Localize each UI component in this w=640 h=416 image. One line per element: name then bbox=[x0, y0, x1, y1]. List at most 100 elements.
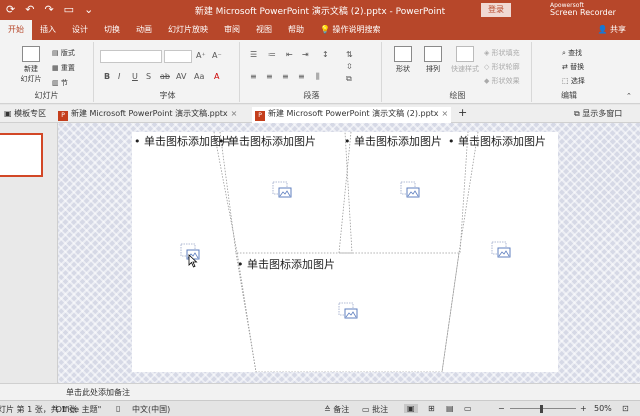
tab-view[interactable]: 视图 bbox=[248, 20, 280, 40]
reading-view-button[interactable]: ▤ bbox=[446, 404, 454, 413]
insert-picture-icon[interactable] bbox=[491, 241, 511, 259]
quick-styles-icon bbox=[456, 46, 474, 62]
insert-picture-icon[interactable] bbox=[338, 302, 358, 320]
share-button[interactable]: 👤 共享 bbox=[597, 20, 626, 40]
increase-indent-icon[interactable]: ⇥ bbox=[302, 50, 309, 59]
new-slide-icon bbox=[22, 46, 40, 62]
spacing-button[interactable]: AV bbox=[176, 72, 186, 81]
placeholder-text[interactable]: • 单击图标添加图片 bbox=[448, 133, 546, 149]
login-button[interactable]: 登录 bbox=[481, 3, 511, 17]
slide-thumbnail-pane[interactable] bbox=[0, 123, 58, 383]
bullets-icon[interactable]: ☰ bbox=[250, 50, 257, 59]
paragraph-group: ☰ ≔ ⇤ ⇥ ↕ ≡ ≡ ≡ ≡ ⫼ ⇅ ⇳ ⧉ 段落 bbox=[242, 42, 382, 102]
find-button[interactable]: ⌕ 查找 bbox=[562, 48, 582, 58]
tab-home[interactable]: 开始 bbox=[0, 20, 32, 40]
tab-animations[interactable]: 动画 bbox=[128, 20, 160, 40]
layout-button[interactable]: ▤ 版式 bbox=[52, 48, 75, 58]
replace-icon: ⇄ bbox=[562, 63, 568, 71]
quick-styles-button[interactable]: 快速样式 bbox=[448, 46, 482, 74]
shape-effects-button[interactable]: ◆ 形状效果 bbox=[484, 76, 520, 86]
reset-button[interactable]: ▦ 重置 bbox=[52, 63, 75, 73]
line-spacing-icon[interactable]: ↕ bbox=[322, 50, 329, 59]
tab-review[interactable]: 审阅 bbox=[216, 20, 248, 40]
shape-fill-label: 形状填充 bbox=[491, 49, 520, 57]
comments-toggle[interactable]: ▭ 批注 bbox=[362, 404, 388, 415]
fit-to-window-icon[interactable]: ⊡ bbox=[622, 404, 629, 413]
reset-label: 重置 bbox=[60, 64, 75, 72]
notes-pane[interactable]: 单击此处添加备注 bbox=[0, 383, 640, 400]
notes-toggle[interactable]: ≙ 备注 bbox=[324, 404, 349, 415]
shape-label: 形状 bbox=[396, 65, 410, 73]
text-direction-icon[interactable]: ⇅ bbox=[346, 50, 353, 59]
doc-tab-1[interactable]: P 新建 Microsoft PowerPoint 演示文稿.pptx × bbox=[58, 107, 237, 123]
collapse-ribbon-icon[interactable]: ⌃ bbox=[626, 92, 632, 100]
columns-icon[interactable]: ⫼ bbox=[316, 72, 320, 82]
new-slide-button[interactable]: 新建 幻灯片 bbox=[16, 46, 46, 84]
placeholder-text[interactable]: • 单击图标添加图片 bbox=[237, 256, 335, 272]
select-button[interactable]: ⬚ 选择 bbox=[562, 76, 585, 86]
align-right-icon[interactable]: ≡ bbox=[282, 72, 289, 81]
align-left-icon[interactable]: ≡ bbox=[250, 72, 257, 81]
close-icon[interactable]: × bbox=[442, 109, 449, 118]
underline-button[interactable]: U bbox=[132, 72, 138, 81]
normal-view-button[interactable]: ▣ bbox=[404, 404, 418, 413]
zoom-slider[interactable] bbox=[510, 408, 576, 409]
slide-canvas[interactable]: • 单击图标添加图片 • 单击图标添加图片 • 单击图标添加图片 • 单击图标添… bbox=[132, 132, 558, 372]
language-indicator[interactable]: 中文(中国) bbox=[132, 404, 170, 415]
strikethrough-button[interactable]: ab bbox=[160, 72, 170, 81]
quick-styles-label: 快速样式 bbox=[451, 65, 479, 73]
zoom-level[interactable]: 50% bbox=[594, 404, 612, 413]
decrease-indent-icon[interactable]: ⇤ bbox=[286, 50, 293, 59]
tab-design[interactable]: 设计 bbox=[64, 20, 96, 40]
slideshow-button[interactable]: ▭ bbox=[464, 404, 472, 413]
justify-icon[interactable]: ≡ bbox=[298, 72, 305, 81]
shape-button[interactable]: 形状 bbox=[390, 46, 416, 74]
section-label: 节 bbox=[60, 79, 68, 87]
recorder-name: Screen Recorder bbox=[550, 8, 616, 17]
tab-transitions[interactable]: 切换 bbox=[96, 20, 128, 40]
align-text-icon[interactable]: ⇳ bbox=[346, 62, 353, 71]
arrange-button[interactable]: 排列 bbox=[420, 46, 446, 74]
grow-font-icon[interactable]: A⁺ bbox=[196, 51, 206, 60]
change-case-button[interactable]: Aa bbox=[194, 72, 204, 81]
template-zone-tab[interactable]: ▣ 模板专区 bbox=[4, 107, 46, 123]
add-tab-button[interactable]: + bbox=[458, 107, 467, 123]
numbering-icon[interactable]: ≔ bbox=[268, 50, 276, 59]
multi-window-button[interactable]: ⧉ 显示多窗口 bbox=[574, 107, 622, 123]
zoom-out-button[interactable]: − bbox=[498, 404, 505, 413]
close-icon[interactable]: × bbox=[231, 109, 238, 118]
notes-placeholder[interactable]: 单击此处添加备注 bbox=[66, 387, 130, 398]
tab-insert[interactable]: 插入 bbox=[32, 20, 64, 40]
font-color-button[interactable]: A bbox=[214, 72, 219, 81]
powerpoint-icon: P bbox=[58, 111, 68, 121]
insert-picture-icon[interactable] bbox=[272, 181, 292, 199]
align-center-icon[interactable]: ≡ bbox=[266, 72, 273, 81]
doc-tab-2[interactable]: P 新建 Microsoft PowerPoint 演示文稿 (2).pptx × bbox=[252, 107, 452, 123]
shrink-font-icon[interactable]: A⁻ bbox=[212, 51, 222, 60]
italic-button[interactable]: I bbox=[118, 72, 120, 81]
bold-button[interactable]: B bbox=[104, 72, 110, 81]
section-button[interactable]: ▥ 节 bbox=[52, 78, 68, 88]
slide-sorter-button[interactable]: ⊞ bbox=[428, 404, 435, 413]
tab-slideshow[interactable]: 幻灯片放映 bbox=[160, 20, 216, 40]
tell-me-search[interactable]: 💡 操作说明搜索 bbox=[312, 20, 389, 40]
spellcheck-icon[interactable]: ▯ bbox=[116, 404, 120, 413]
status-bar: 幻灯片 第 1 张，共 1 张 "Office 主题" ▯ 中文(中国) ≙ 备… bbox=[0, 400, 640, 416]
placeholder-text[interactable]: • 单击图标添加图片 bbox=[218, 133, 316, 149]
shape-fill-button[interactable]: ◈ 形状填充 bbox=[484, 48, 520, 58]
replace-button[interactable]: ⇄ 替换 bbox=[562, 62, 584, 72]
multi-window-label: 显示多窗口 bbox=[582, 109, 623, 118]
font-name-combo[interactable] bbox=[100, 50, 162, 63]
slide-thumbnail[interactable] bbox=[0, 133, 43, 177]
shadow-button[interactable]: S bbox=[146, 72, 151, 81]
insert-picture-icon[interactable] bbox=[400, 181, 420, 199]
zoom-in-button[interactable]: + bbox=[580, 404, 587, 413]
tab-help[interactable]: 帮助 bbox=[280, 20, 312, 40]
shape-outline-button[interactable]: ◇ 形状轮廓 bbox=[484, 62, 520, 72]
zoom-slider-handle[interactable] bbox=[540, 405, 543, 413]
placeholder-text[interactable]: • 单击图标添加图片 bbox=[344, 133, 442, 149]
font-size-combo[interactable] bbox=[164, 50, 192, 63]
slides-group: 新建 幻灯片 ▤ 版式 ▦ 重置 ▥ 节 幻灯片 bbox=[0, 42, 94, 102]
convert-smartart-icon[interactable]: ⧉ bbox=[346, 74, 352, 84]
editing-group-label: 编辑 bbox=[561, 91, 577, 100]
